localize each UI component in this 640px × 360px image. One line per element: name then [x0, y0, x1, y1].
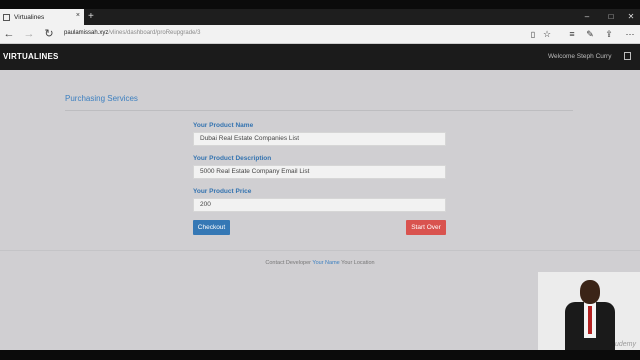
product-name-label: Your Product Name: [193, 122, 254, 129]
product-price-input[interactable]: 200: [193, 198, 446, 212]
letterbox-bar: [0, 350, 640, 360]
url-path: /vlines/dashboard/proReupgrade/3: [108, 30, 201, 36]
share-icon[interactable]: ⇪: [603, 28, 615, 41]
browser-toolbar: ← → ↻ paulamissah.xyz/vlines/dashboard/p…: [0, 25, 640, 44]
url-host: paulamissah.xyz: [64, 30, 109, 36]
close-tab-icon[interactable]: ×: [76, 12, 80, 19]
close-window-button[interactable]: ✕: [620, 9, 640, 25]
hub-icon[interactable]: ≡: [566, 28, 578, 41]
product-price-label: Your Product Price: [193, 188, 252, 195]
refresh-button[interactable]: ↻: [42, 28, 56, 41]
footer-divider: [0, 250, 640, 251]
footer-suffix: Your Location: [341, 260, 375, 266]
favorite-star-icon[interactable]: ☆: [541, 28, 553, 41]
new-tab-button[interactable]: +: [88, 11, 98, 23]
start-over-button[interactable]: Start Over: [406, 220, 446, 235]
tab-title: Virtualines: [14, 13, 45, 21]
webcam-overlay: udemy: [538, 272, 640, 350]
presenter-tie: [588, 306, 592, 334]
product-name-input[interactable]: Dubai Real Estate Companies List: [193, 132, 446, 146]
browser-tab[interactable]: Virtualines ×: [0, 9, 84, 25]
footer-prefix: Contact Developer: [265, 260, 311, 266]
back-button[interactable]: ←: [2, 28, 16, 41]
brand-logo[interactable]: VIRTUALINES: [3, 52, 59, 61]
minimize-button[interactable]: –: [576, 9, 598, 25]
page-icon: [3, 13, 10, 21]
notes-icon[interactable]: ✎: [584, 28, 596, 41]
user-icon[interactable]: [624, 52, 631, 60]
page-title: Purchasing Services: [65, 94, 138, 103]
maximize-button[interactable]: □: [600, 9, 622, 25]
footer: Contact Developer Your Name Your Locatio…: [0, 260, 640, 266]
watermark-logo: udemy: [614, 341, 636, 348]
presenter-head: [580, 280, 600, 304]
footer-name-link[interactable]: Your Name: [312, 260, 339, 266]
checkout-button[interactable]: Checkout: [193, 220, 230, 235]
divider: [65, 110, 573, 111]
site-navbar: VIRTUALINES Welcome Steph Curry: [0, 44, 640, 70]
reading-view-icon[interactable]: ▯: [527, 28, 539, 41]
product-description-label: Your Product Description: [193, 155, 272, 162]
browser-tabstrip: Virtualines × + – □ ✕: [0, 9, 640, 25]
product-description-input[interactable]: 5000 Real Estate Company Email List: [193, 165, 446, 179]
welcome-text[interactable]: Welcome Steph Curry: [548, 53, 611, 60]
forward-button[interactable]: →: [22, 28, 36, 41]
screen: Virtualines × + – □ ✕ ← → ↻ paulamissah.…: [0, 0, 640, 360]
address-input[interactable]: paulamissah.xyz/vlines/dashboard/proReup…: [64, 30, 200, 36]
more-icon[interactable]: ⋯: [624, 28, 636, 41]
